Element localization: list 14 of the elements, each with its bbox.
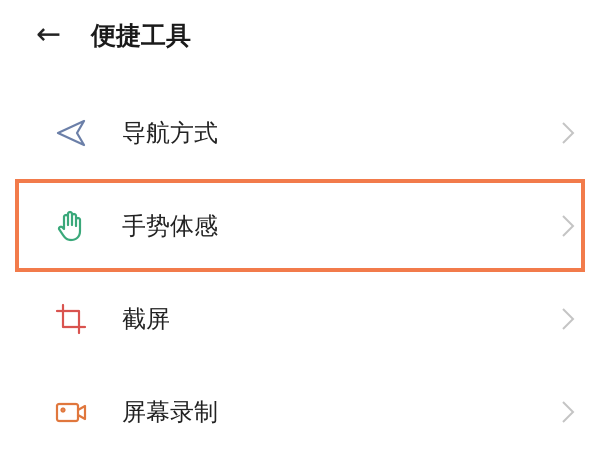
chevron-icon: [561, 120, 575, 144]
item-label: 手势体感: [122, 210, 219, 242]
back-button[interactable]: ←: [36, 20, 62, 50]
chevron-icon: [561, 306, 575, 330]
highlighted-menu-item[interactable]: 手势体感: [15, 179, 585, 272]
chevron-icon: [561, 400, 575, 424]
item-label: 截屏: [122, 304, 171, 334]
chevron-icon: [561, 214, 575, 238]
menu-item[interactable]: 截屏: [15, 272, 585, 365]
page-title: 便捷工具: [91, 20, 192, 52]
item-label: 屏幕录制: [122, 396, 219, 428]
item-label: 导航方式: [122, 118, 219, 148]
menu-item[interactable]: 屏幕录制: [15, 365, 585, 450]
menu-item[interactable]: 导航方式: [15, 86, 585, 179]
